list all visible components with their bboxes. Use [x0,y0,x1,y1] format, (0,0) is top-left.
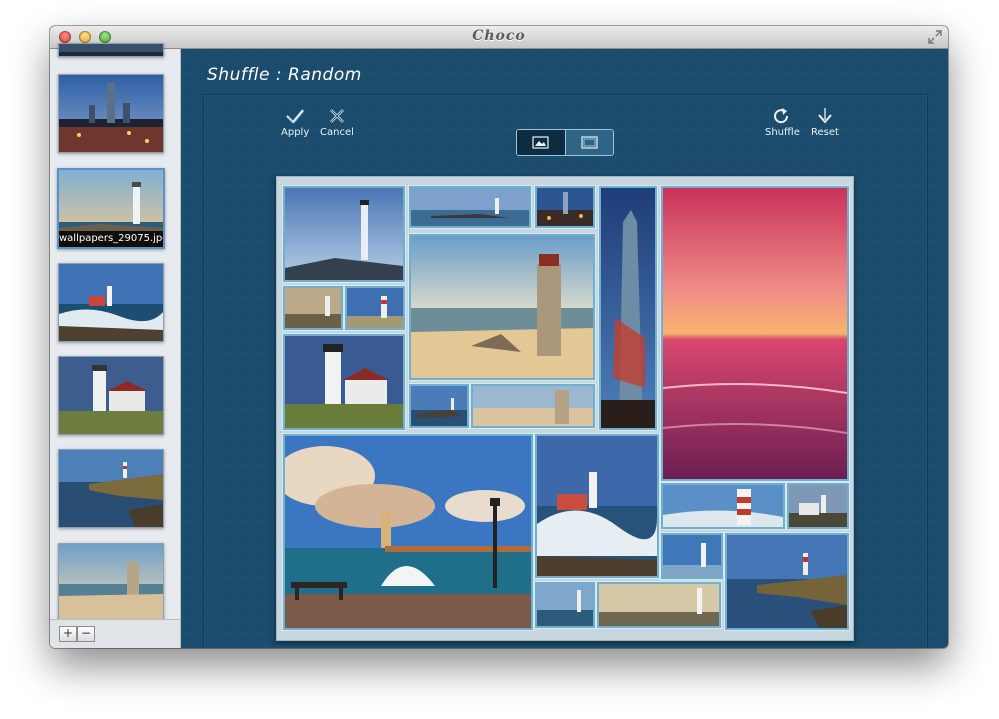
collage-tile[interactable] [345,286,405,330]
collage-tile[interactable] [409,234,595,380]
single-image-icon [532,136,549,149]
title-bar: Choco [50,26,948,49]
add-image-button[interactable]: + [59,626,77,642]
collage-tile[interactable] [725,533,849,630]
image-thumbnail[interactable] [58,263,164,342]
collage-tile[interactable] [283,286,343,330]
collage-tile[interactable] [535,582,595,628]
collage-tile[interactable] [661,533,723,579]
page-title: Shuffle : Random [207,65,362,85]
image-thumbnail[interactable] [58,543,164,622]
single-view-button[interactable] [517,130,565,155]
cancel-button[interactable]: Cancel [320,107,354,138]
collage-tile[interactable] [409,186,531,228]
remove-image-button[interactable]: − [77,626,95,642]
collage-canvas[interactable] [276,176,854,641]
reset-icon [818,108,832,124]
collage-tile[interactable] [283,334,405,430]
reset-label: Reset [811,127,839,138]
cancel-label: Cancel [320,127,354,138]
image-thumbnail-partial[interactable] [58,43,164,57]
collage-tile[interactable] [661,186,849,481]
image-thumbnail[interactable] [58,356,164,435]
collage-tile[interactable] [535,434,659,578]
multi-view-button[interactable] [565,130,613,155]
collage-tile[interactable] [535,186,595,228]
collage-tile[interactable] [661,483,785,529]
view-mode-toggle [516,129,614,156]
image-thumbnail[interactable] [58,74,164,153]
collage-tile[interactable] [787,483,849,529]
apply-button[interactable]: Apply [281,107,309,138]
shuffle-button[interactable]: Shuffle [765,107,800,138]
image-thumbnail-selected[interactable]: wallpapers_29075.jpg [57,168,165,249]
thumbnail-filename: wallpapers_29075.jpg [59,231,163,247]
image-thumbnail[interactable] [58,449,164,528]
fullscreen-icon[interactable] [928,30,942,44]
window-title: Choco [472,28,526,44]
main-area: Shuffle : Random Apply Cancel Shuffle Re… [181,49,948,648]
shuffle-icon [774,108,789,124]
reset-button[interactable]: Reset [811,107,839,138]
image-sidebar: wallpapers_29075.jpg + − [50,43,181,648]
collage-tile[interactable] [597,582,721,628]
collage-tile[interactable] [409,384,469,428]
collage-tile[interactable] [599,186,657,430]
collage-tile[interactable] [283,186,405,282]
collage-tile[interactable] [471,384,595,428]
shuffle-label: Shuffle [765,127,800,138]
collage-tile[interactable] [283,434,533,630]
apply-label: Apply [281,127,310,138]
app-window: Choco wallpapers_29075.jpg + − Shuffle:… [50,26,948,648]
multi-image-icon [581,136,598,149]
cancel-icon [330,109,344,123]
checkmark-icon [286,109,305,124]
sidebar-footer: + − [50,619,180,648]
